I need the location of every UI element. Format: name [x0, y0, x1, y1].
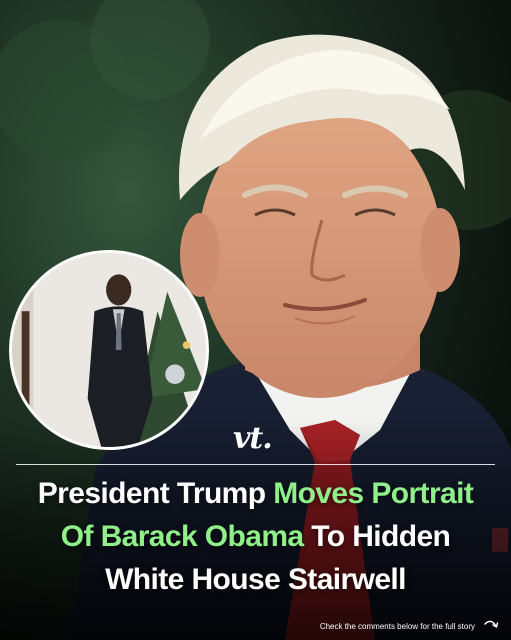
headline-line-3: White House Stairwell — [0, 558, 511, 601]
footer-cta-text: Check the comments below for the full st… — [319, 621, 475, 631]
headline: President Trump Moves Portrait Of Barack… — [0, 472, 511, 601]
headline-text: To Hidden — [303, 520, 451, 553]
headline-text: White House Stairwell — [105, 563, 406, 596]
logo-dot: . — [262, 421, 273, 456]
headline-divider — [16, 464, 495, 465]
headline-text: President Trump — [37, 477, 274, 510]
headline-line-1: President Trump Moves Portrait — [0, 472, 511, 515]
logo-text: vt — [233, 421, 263, 456]
post-image: vt. President Trump Moves Portrait Of Ba… — [0, 0, 511, 640]
curved-arrow-icon — [484, 620, 499, 628]
brand-logo: vt. — [233, 419, 281, 459]
headline-highlight: Of Barack Obama — [60, 520, 304, 553]
inset-photo — [9, 250, 209, 450]
headline-line-2: Of Barack Obama To Hidden — [0, 515, 511, 558]
headline-highlight: Moves Portrait — [273, 477, 474, 510]
footer-cta: Check the comments below for the full st… — [320, 618, 499, 634]
